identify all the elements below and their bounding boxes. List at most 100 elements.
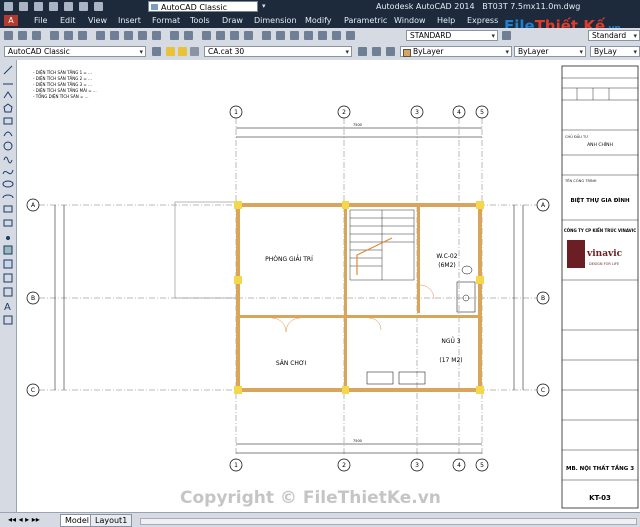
help-icon[interactable] (346, 31, 355, 40)
copy-icon[interactable] (110, 31, 119, 40)
file-name: BT03T 7.5mx11.0m.dwg (482, 2, 581, 11)
menu-edit[interactable]: Edit (60, 16, 76, 25)
grid-label-c-left: C (31, 387, 35, 394)
markup-icon[interactable] (318, 31, 327, 40)
dim-style-icon[interactable] (502, 31, 511, 40)
menu-draw[interactable]: Draw (222, 16, 243, 25)
color-dropdown[interactable]: ByLayer (400, 46, 512, 57)
undo-icon[interactable] (79, 2, 88, 11)
zoom-previous-icon[interactable] (244, 31, 253, 40)
calculator-icon[interactable] (332, 31, 341, 40)
save-icon[interactable] (32, 31, 41, 40)
layer-properties-icon[interactable] (152, 47, 161, 56)
grid-lines (39, 118, 547, 456)
menu-file[interactable]: File (34, 16, 47, 25)
region-icon[interactable] (3, 273, 13, 283)
new-file-icon[interactable] (4, 2, 13, 11)
tab-layout1[interactable]: Layout1 (90, 514, 133, 527)
save-icon[interactable] (34, 2, 43, 11)
redo-icon[interactable] (94, 2, 103, 11)
cut-icon[interactable] (96, 31, 105, 40)
bedroom-furniture (366, 371, 426, 385)
redo-icon[interactable] (184, 31, 193, 40)
new-icon[interactable] (4, 31, 13, 40)
chevron-down-icon[interactable]: ▾ (262, 2, 266, 10)
zoom-realtime-icon[interactable] (216, 31, 225, 40)
publish-icon[interactable] (78, 31, 87, 40)
ellipse-arc-icon[interactable] (2, 194, 14, 199)
dim-style-dropdown[interactable]: Standard (588, 30, 640, 41)
print-icon[interactable] (64, 2, 73, 11)
menu-tools[interactable]: Tools (190, 16, 210, 25)
linetype-dropdown[interactable]: ByLayer (514, 46, 586, 57)
block-editor-icon[interactable] (152, 31, 161, 40)
save-as-icon[interactable] (49, 2, 58, 11)
polygon-icon[interactable] (3, 103, 13, 113)
gradient-icon[interactable] (3, 259, 13, 269)
left-terrace (174, 201, 238, 299)
table-icon[interactable] (3, 287, 13, 297)
menu-express[interactable]: Express (467, 16, 498, 25)
layer-previous-icon[interactable] (372, 47, 381, 56)
revision-cloud-icon[interactable] (3, 156, 13, 164)
workspace-dropdown[interactable]: AutoCAD Classic (4, 46, 146, 57)
insert-block-icon[interactable] (3, 205, 13, 213)
multiline-text-icon[interactable]: A (4, 302, 11, 313)
menu-parametric[interactable]: Parametric (344, 16, 387, 25)
design-center-icon[interactable] (276, 31, 285, 40)
arc-icon[interactable] (3, 131, 13, 137)
properties-icon[interactable] (262, 31, 271, 40)
room-labels: PHÒNG GIẢI TRÍ W.C-02 (6M2) SÂN CHƠI NGỦ… (265, 253, 462, 367)
print-icon[interactable] (50, 31, 59, 40)
text-style-dropdown[interactable]: STANDARD (406, 30, 498, 41)
tool-palettes-icon[interactable] (290, 31, 299, 40)
company-tagline: DESIGN FOR LIFE (589, 262, 619, 266)
preview-icon[interactable] (64, 31, 73, 40)
layer-dropdown[interactable]: CA.cat 30 (204, 46, 352, 57)
standard-toolbar: STANDARD Standard (0, 28, 640, 45)
sun-icon[interactable] (178, 47, 187, 56)
sheet-set-icon[interactable] (304, 31, 313, 40)
spline-icon[interactable] (2, 169, 14, 175)
open-file-icon[interactable] (19, 2, 28, 11)
area-notes: - DIỆN TÍCH SÀN TẦNG 1 = ... - DIỆN TÍCH… (33, 70, 97, 99)
company-logo-text: vinavic (586, 249, 623, 259)
workspace-selector[interactable]: AutoCAD Classic (148, 1, 258, 12)
hatch-icon[interactable] (3, 245, 13, 255)
note-line-3: - DIỆN TÍCH SÀN TẦNG 3 = ... (33, 82, 92, 87)
menu-dimension[interactable]: Dimension (254, 16, 297, 25)
open-icon[interactable] (18, 31, 27, 40)
point-icon[interactable] (6, 236, 10, 240)
menu-insert[interactable]: Insert (118, 16, 141, 25)
tab-model[interactable]: Model (60, 514, 95, 527)
zoom-window-icon[interactable] (230, 31, 239, 40)
lightbulb-icon[interactable] (166, 47, 175, 56)
make-block-icon[interactable] (3, 219, 13, 227)
lock-icon[interactable] (190, 47, 199, 56)
tab-nav-arrows[interactable]: ◂◂ ◂ ▸ ▸▸ (8, 515, 40, 524)
menu-modify[interactable]: Modify (305, 16, 332, 25)
horizontal-scrollbar[interactable] (140, 518, 637, 525)
rectangle-icon[interactable] (3, 117, 13, 125)
grid-label-3-top: 3 (415, 109, 419, 116)
app-menu-icon[interactable]: A (4, 15, 18, 26)
make-current-icon[interactable] (358, 47, 367, 56)
undo-icon[interactable] (170, 31, 179, 40)
menu-help[interactable]: Help (437, 16, 455, 25)
lineweight-dropdown[interactable]: ByLay (590, 46, 640, 57)
paste-icon[interactable] (124, 31, 133, 40)
layer-states-icon[interactable] (386, 47, 395, 56)
circle-icon[interactable] (3, 141, 13, 151)
polyline-icon[interactable] (3, 91, 13, 99)
pan-icon[interactable] (202, 31, 211, 40)
title-block: CHỦ ĐẦU TƯ ANH CHÍNH TÊN CÔNG TRÌNH BIỆT… (561, 65, 639, 509)
ellipse-icon[interactable] (2, 180, 14, 188)
menu-view[interactable]: View (88, 16, 107, 25)
drawing-canvas[interactable]: - DIỆN TÍCH SÀN TẦNG 1 = ... - DIỆN TÍCH… (17, 60, 640, 512)
menu-window[interactable]: Window (394, 16, 426, 25)
line-tool-icon[interactable] (3, 65, 13, 75)
match-properties-icon[interactable] (138, 31, 147, 40)
add-selected-icon[interactable] (3, 315, 13, 325)
menu-format[interactable]: Format (152, 16, 180, 25)
color-swatch (403, 49, 411, 57)
